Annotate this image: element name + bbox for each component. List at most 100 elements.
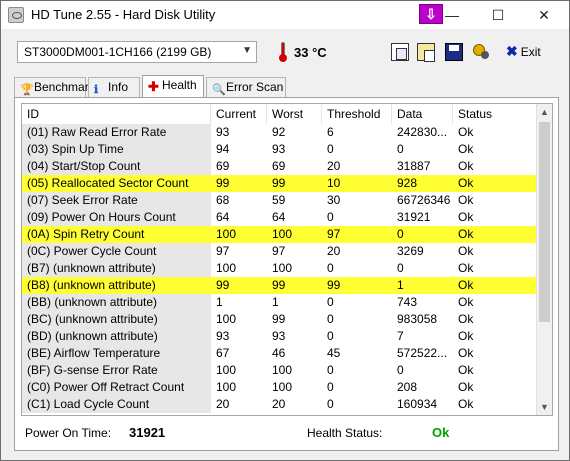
- table-row[interactable]: (04) Start/Stop Count 69 69 20 31887 Ok: [22, 158, 538, 175]
- hard-disk-icon: [8, 7, 24, 23]
- table-row[interactable]: (BC) (unknown attribute) 100 99 0 983058 Ok: [22, 311, 538, 328]
- table-row[interactable]: (B8) (unknown attribute) 99 99 99 1 Ok: [22, 277, 538, 294]
- health-status-label: Health Status:: [307, 426, 383, 440]
- cell-id: (BC) (unknown attribute): [22, 311, 211, 328]
- cell-data: 572522...: [397, 346, 448, 360]
- cell-id: (BB) (unknown attribute): [22, 294, 211, 311]
- tab-error-scan[interactable]: 🔍 Error Scan: [206, 77, 286, 97]
- tab-health[interactable]: ✚ Health: [142, 75, 204, 97]
- table-row[interactable]: (07) Seek Error Rate 68 59 30 66726346 Ok: [22, 192, 538, 209]
- toolbar: ST3000DM001-1CH166 (2199 GB) ▼ 33 °C ✖ Ex…: [1, 29, 569, 75]
- tab-label: Benchmark: [34, 80, 95, 94]
- cell-current: 94: [216, 142, 230, 156]
- cell-current: 97: [216, 244, 230, 258]
- table-row[interactable]: (0C) Power Cycle Count 97 97 20 3269 Ok: [22, 243, 538, 260]
- cell-data: 0: [397, 261, 404, 275]
- drive-select[interactable]: ST3000DM001-1CH166 (2199 GB) ▼: [17, 41, 257, 63]
- cell-id: (BE) Airflow Temperature: [22, 345, 211, 362]
- cell-worst: 93: [272, 142, 286, 156]
- health-status-value: Ok: [432, 425, 450, 440]
- cell-id: (BF) G-sense Error Rate: [22, 362, 211, 379]
- cell-status: Ok: [458, 261, 474, 275]
- cell-worst: 59: [272, 193, 286, 207]
- cell-current: 99: [216, 278, 230, 292]
- tab-label: Error Scan: [226, 80, 284, 94]
- cell-threshold: 20: [327, 159, 341, 173]
- cell-id: (C1) Load Cycle Count: [22, 396, 211, 413]
- cell-threshold: 0: [327, 397, 334, 411]
- cell-id: (C0) Power Off Retract Count: [22, 379, 211, 396]
- paste-icon[interactable]: [417, 43, 435, 62]
- cell-status: Ok: [458, 346, 474, 360]
- cell-threshold: 0: [327, 329, 334, 343]
- table-row[interactable]: (C1) Load Cycle Count 20 20 0 160934 Ok: [22, 396, 538, 413]
- cell-data: 3269: [397, 244, 424, 258]
- column-header-status[interactable]: Status: [453, 104, 538, 124]
- cell-threshold: 20: [327, 244, 341, 258]
- table-row[interactable]: (BB) (unknown attribute) 1 1 0 743 Ok: [22, 294, 538, 311]
- options-icon[interactable]: [472, 43, 490, 61]
- cell-data: 7: [397, 329, 404, 343]
- cell-status: Ok: [458, 380, 474, 394]
- cell-status: Ok: [458, 397, 474, 411]
- copy-icon[interactable]: [391, 43, 409, 61]
- save-icon[interactable]: [445, 43, 463, 61]
- table-row[interactable]: (0A) Spin Retry Count 100 100 97 0 Ok: [22, 226, 538, 243]
- cell-status: Ok: [458, 295, 474, 309]
- cell-threshold: 0: [327, 295, 334, 309]
- exit-button[interactable]: ✖ Exit: [506, 43, 541, 61]
- window-title: HD Tune 2.55 - Hard Disk Utility: [31, 7, 216, 22]
- table-row[interactable]: (BE) Airflow Temperature 67 46 45 572522... O…: [22, 345, 538, 362]
- power-on-time-value: 31921: [129, 425, 166, 440]
- maximize-button[interactable]: ☐: [475, 1, 521, 29]
- tab-benchmark[interactable]: 🏆 Benchmark: [14, 77, 95, 97]
- table-row[interactable]: (01) Raw Read Error Rate 93 92 6 242830... Ok: [22, 124, 538, 141]
- cell-threshold: 0: [327, 363, 334, 377]
- table-row[interactable]: (09) Power On Hours Count 64 64 0 31921 Ok: [22, 209, 538, 226]
- cell-worst: 100: [272, 261, 293, 275]
- table-row[interactable]: (BD) (unknown attribute) 93 93 0 7 Ok: [22, 328, 538, 345]
- table-row[interactable]: (B7) (unknown attribute) 100 100 0 0 Ok: [22, 260, 538, 277]
- table-row[interactable]: (C0) Power Off Retract Count 100 100 0 208 Ok: [22, 379, 538, 396]
- cell-status: Ok: [458, 227, 474, 241]
- cell-threshold: 0: [327, 142, 334, 156]
- column-header-id[interactable]: ID: [22, 104, 211, 124]
- close-button[interactable]: ✕: [521, 1, 567, 29]
- column-header-data[interactable]: Data: [392, 104, 453, 124]
- cell-worst: 100: [272, 363, 293, 377]
- cell-worst: 69: [272, 159, 286, 173]
- cell-current: 1: [216, 295, 223, 309]
- cell-current: 93: [216, 329, 230, 343]
- scroll-up-icon[interactable]: ▲: [537, 104, 552, 120]
- column-header-worst[interactable]: Worst: [267, 104, 322, 124]
- tab-info[interactable]: ℹ Info: [88, 77, 140, 97]
- cell-id: (01) Raw Read Error Rate: [22, 124, 211, 141]
- cell-current: 100: [216, 380, 237, 394]
- cell-id: (04) Start/Stop Count: [22, 158, 211, 175]
- cell-status: Ok: [458, 210, 474, 224]
- cell-worst: 46: [272, 346, 286, 360]
- scroll-down-icon[interactable]: ▼: [537, 399, 552, 415]
- cell-data: 0: [397, 227, 404, 241]
- cell-current: 67: [216, 346, 230, 360]
- cell-current: 100: [216, 261, 237, 275]
- cell-current: 64: [216, 210, 230, 224]
- table-row[interactable]: (03) Spin Up Time 94 93 0 0 Ok: [22, 141, 538, 158]
- cell-threshold: 0: [327, 261, 334, 275]
- table-row[interactable]: (05) Reallocated Sector Count 99 99 10 928 Ok: [22, 175, 538, 192]
- cell-data: 160934: [397, 397, 438, 411]
- cell-worst: 99: [272, 176, 286, 190]
- table-row[interactable]: (BF) G-sense Error Rate 100 100 0 0 Ok: [22, 362, 538, 379]
- cell-id: (0A) Spin Retry Count: [27, 227, 145, 241]
- cell-worst: 93: [272, 329, 286, 343]
- cell-data: 0: [397, 363, 404, 377]
- column-header-current[interactable]: Current: [211, 104, 267, 124]
- cell-worst: 99: [272, 278, 286, 292]
- column-header-threshold[interactable]: Threshold: [322, 104, 392, 124]
- minimize-button[interactable]: —: [429, 1, 475, 29]
- cell-current: 69: [216, 159, 230, 173]
- vertical-scrollbar[interactable]: ▲ ▼: [536, 104, 552, 415]
- cell-threshold: 99: [327, 278, 341, 292]
- scroll-thumb[interactable]: [539, 122, 550, 322]
- cell-status: Ok: [458, 176, 474, 190]
